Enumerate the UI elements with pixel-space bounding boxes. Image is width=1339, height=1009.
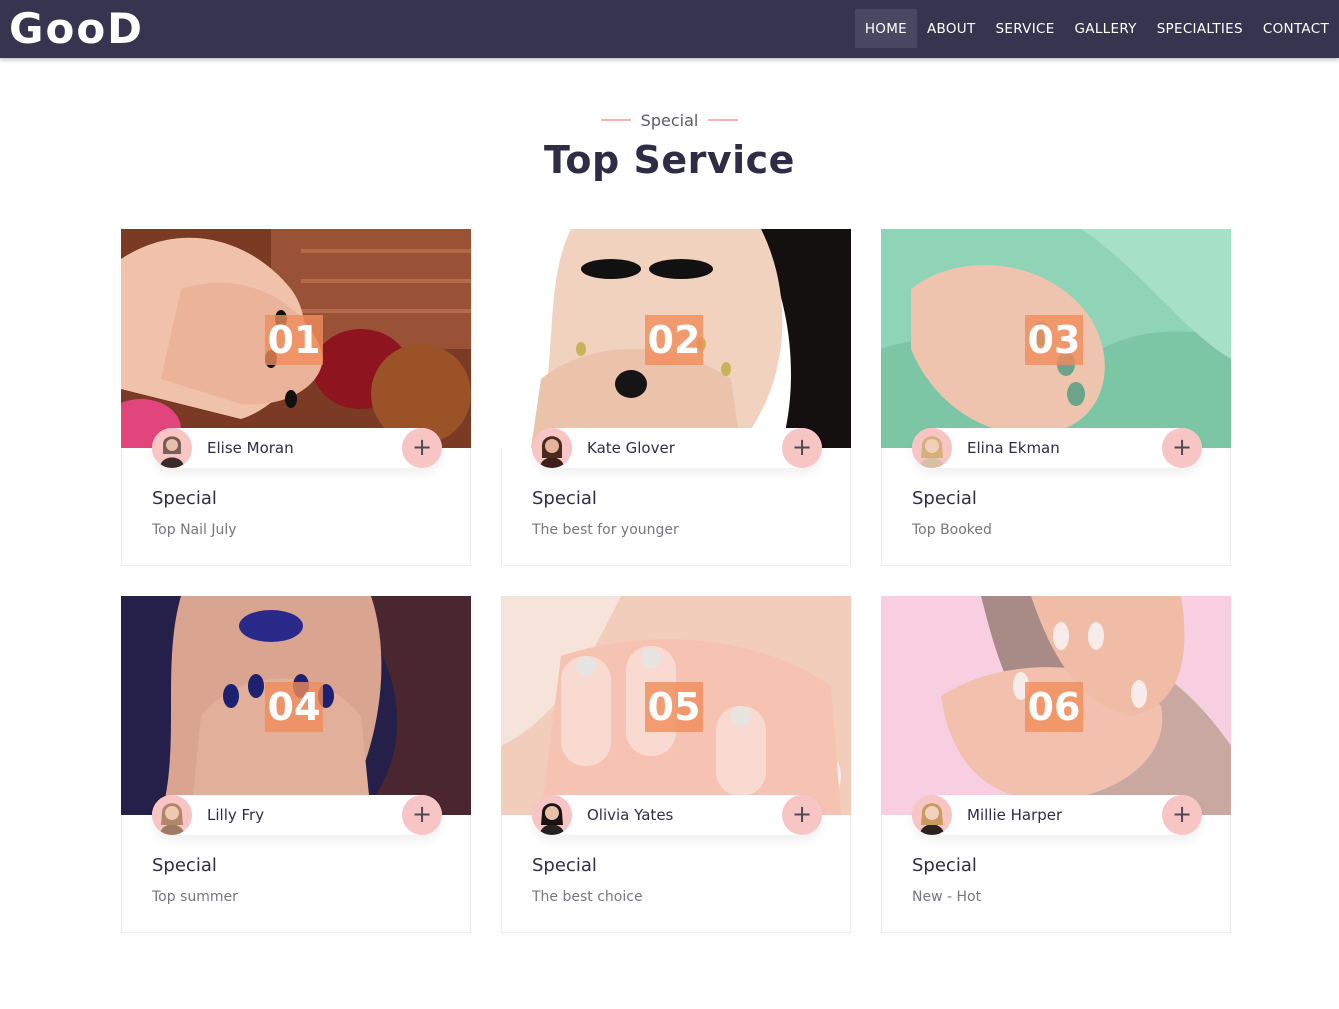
author-avatar [532, 428, 572, 468]
author-name[interactable]: Lilly Fry [207, 795, 264, 835]
author-name[interactable]: Elise Moran [207, 428, 294, 468]
card-subtitle: Top summer [152, 889, 238, 905]
service-card[interactable]: 04 Lilly Fry + Special Top summer [121, 596, 471, 933]
card-number: 03 [1025, 315, 1083, 365]
service-card[interactable]: 01 Elise Moran + Special Top Nail July [121, 229, 471, 566]
card-subtitle: Top Booked [912, 522, 992, 538]
service-photo: 01 [121, 229, 471, 448]
service-card[interactable]: 05 Olivia Yates + Special The best choic… [501, 596, 851, 933]
plus-icon[interactable]: + [402, 428, 442, 468]
plus-icon[interactable]: + [1162, 428, 1202, 468]
service-card[interactable]: 03 Elina Ekman + Special Top Booked [881, 229, 1231, 566]
nav-home[interactable]: HOME [854, 9, 918, 48]
plus-icon[interactable]: + [1162, 795, 1202, 835]
service-photo: 03 [881, 229, 1231, 448]
plus-icon[interactable]: + [782, 428, 822, 468]
card-number: 05 [645, 682, 703, 732]
card-subtitle: The best for younger [532, 522, 679, 538]
author-bar: Elina Ekman + [912, 428, 1202, 468]
service-card[interactable]: 06 Millie Harper + Special New - Hot [881, 596, 1231, 933]
author-avatar [152, 428, 192, 468]
nav-specialties[interactable]: SPECIALTIES [1147, 9, 1253, 48]
plus-icon[interactable]: + [782, 795, 822, 835]
nav-about[interactable]: ABOUT [917, 9, 986, 48]
author-bar: Lilly Fry + [152, 795, 442, 835]
nav-contact[interactable]: CONTACT [1253, 9, 1339, 48]
author-bar: Kate Glover + [532, 428, 822, 468]
kicker-line-left [600, 119, 631, 121]
author-name[interactable]: Olivia Yates [587, 795, 673, 835]
section-heading: Special Top Service [0, 106, 1339, 182]
author-bar: Elise Moran + [152, 428, 442, 468]
main-nav: HOME ABOUT SERVICE GALLERY SPECIALTIES C… [854, 9, 1339, 48]
card-title[interactable]: Special [152, 488, 217, 509]
kicker-line-right [708, 119, 739, 121]
plus-icon[interactable]: + [402, 795, 442, 835]
card-number: 04 [265, 682, 323, 732]
card-number: 02 [645, 315, 703, 365]
card-subtitle: New - Hot [912, 889, 982, 905]
author-name[interactable]: Kate Glover [587, 428, 675, 468]
brand-logo[interactable]: GooD [9, 4, 144, 54]
card-title[interactable]: Special [532, 488, 597, 509]
author-name[interactable]: Elina Ekman [967, 428, 1060, 468]
card-title[interactable]: Special [532, 855, 597, 876]
card-title[interactable]: Special [912, 855, 977, 876]
service-photo: 02 [501, 229, 851, 448]
nav-gallery[interactable]: GALLERY [1065, 9, 1147, 48]
author-name[interactable]: Millie Harper [967, 795, 1062, 835]
nav-service[interactable]: SERVICE [986, 9, 1065, 48]
navbar: GooD HOME ABOUT SERVICE GALLERY SPECIALT… [0, 0, 1339, 58]
author-bar: Millie Harper + [912, 795, 1202, 835]
service-photo: 05 [501, 596, 851, 815]
service-photo: 04 [121, 596, 471, 815]
section-kicker: Special [600, 110, 739, 130]
author-bar: Olivia Yates + [532, 795, 822, 835]
section-title: Top Service [544, 137, 795, 182]
service-photo: 06 [881, 596, 1231, 815]
card-number: 06 [1025, 682, 1083, 732]
kicker-text: Special [640, 110, 699, 130]
service-card[interactable]: 02 Kate Glover + Special The best for yo… [501, 229, 851, 566]
author-avatar [912, 428, 952, 468]
card-subtitle: The best choice [532, 889, 643, 905]
author-avatar [152, 795, 192, 835]
card-title[interactable]: Special [912, 488, 977, 509]
author-avatar [912, 795, 952, 835]
card-subtitle: Top Nail July [152, 522, 237, 538]
author-avatar [532, 795, 572, 835]
card-title[interactable]: Special [152, 855, 217, 876]
card-number: 01 [265, 315, 323, 365]
